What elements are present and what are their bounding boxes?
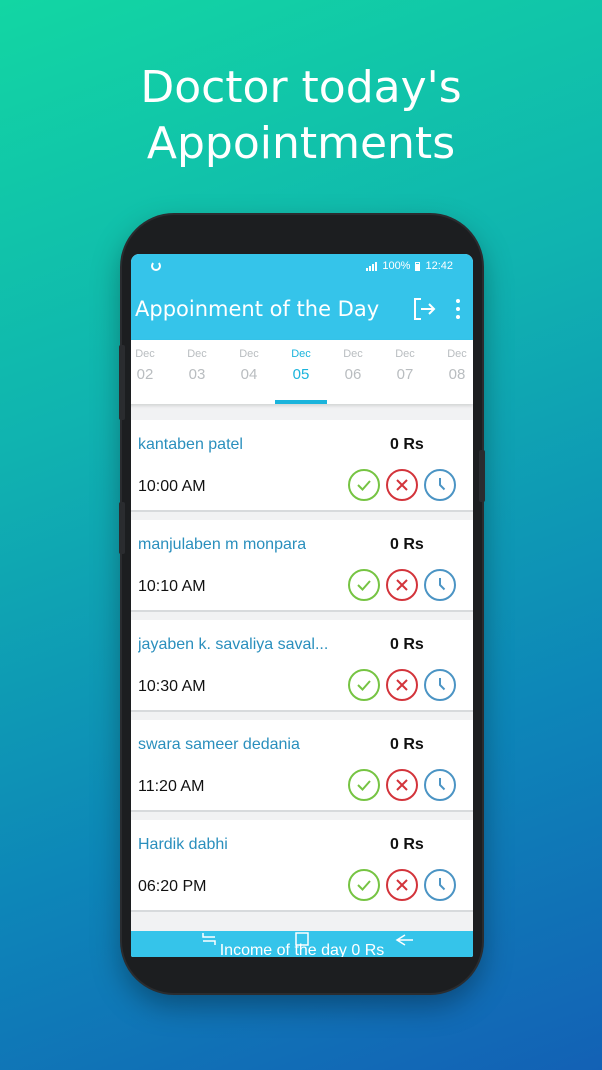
reschedule-clock-icon[interactable] — [424, 869, 456, 901]
appointment-card[interactable]: manjulaben m monpara 0 Rs 10:10 AM — [131, 520, 473, 612]
headline-line-2: Appointments — [146, 118, 456, 169]
back-key-icon — [395, 934, 413, 946]
appointment-time: 11:20 AM — [138, 778, 205, 795]
reject-cross-icon[interactable] — [386, 469, 418, 501]
battery-percent: 100% — [382, 260, 411, 272]
reschedule-clock-icon[interactable] — [424, 669, 456, 701]
reject-cross-icon[interactable] — [386, 569, 418, 601]
patient-name: swara sameer dedania — [138, 736, 300, 753]
appointment-actions — [348, 769, 456, 801]
date-month: Dec — [239, 348, 259, 360]
date-tab-08[interactable]: Dec 08 — [431, 340, 473, 404]
date-tab-06[interactable]: Dec 06 — [327, 340, 379, 404]
appointment-card[interactable]: swara sameer dedania 0 Rs 11:20 AM — [131, 720, 473, 812]
date-month: Dec — [343, 348, 363, 360]
appointment-card[interactable]: jayaben k. savaliya saval... 0 Rs 10:30 AM — [131, 620, 473, 712]
patient-name: jayaben k. savaliya saval... — [138, 636, 329, 653]
system-nav-keys — [202, 932, 413, 946]
home-key-icon — [295, 932, 309, 946]
appointment-time: 10:10 AM — [138, 578, 206, 595]
reject-cross-icon[interactable] — [386, 669, 418, 701]
appointment-actions — [348, 869, 456, 901]
appointment-time: 06:20 PM — [138, 878, 207, 895]
more-vert-icon[interactable] — [455, 299, 461, 319]
status-bar: 100% 12:42 — [131, 254, 473, 278]
phone-side-button — [119, 345, 125, 420]
phone-side-button — [119, 502, 125, 554]
battery-icon — [415, 261, 421, 271]
date-day: 05 — [292, 366, 310, 383]
appointment-fee: 0 Rs — [390, 636, 424, 653]
date-day: 02 — [136, 366, 154, 383]
reschedule-clock-icon[interactable] — [424, 469, 456, 501]
date-tab-05[interactable]: Dec 05 — [275, 340, 327, 404]
date-month: Dec — [447, 348, 467, 360]
recents-key-icon — [202, 933, 216, 945]
appointment-actions — [348, 469, 456, 501]
reschedule-clock-icon[interactable] — [424, 769, 456, 801]
signal-icon — [366, 261, 378, 271]
logout-icon[interactable] — [411, 296, 437, 322]
sync-icon — [151, 261, 161, 271]
promo-headline: Doctor today's Appointments — [0, 60, 602, 172]
date-tab-02[interactable]: Dec 02 — [131, 340, 171, 404]
reschedule-clock-icon[interactable] — [424, 569, 456, 601]
approve-check-icon[interactable] — [348, 769, 380, 801]
patient-name: manjulaben m monpara — [138, 536, 307, 553]
date-day: 04 — [240, 366, 258, 383]
appointment-actions — [348, 569, 456, 601]
appointment-list: kantaben patel 0 Rs 10:00 AM manjulaben m m… — [131, 404, 473, 912]
appointment-time: 10:00 AM — [138, 478, 206, 495]
appointment-actions — [348, 669, 456, 701]
reject-cross-icon[interactable] — [386, 869, 418, 901]
date-month: Dec — [395, 348, 415, 360]
date-day: 06 — [344, 366, 362, 383]
date-tab-07[interactable]: Dec 07 — [379, 340, 431, 404]
headline-line-1: Doctor today's — [140, 62, 462, 113]
app-screen: 100% 12:42 Appoinment of the Day Dec 02 De… — [131, 254, 473, 957]
app-bar: Appoinment of the Day — [131, 278, 473, 340]
date-month: Dec — [135, 348, 155, 360]
date-tab-04[interactable]: Dec 04 — [223, 340, 275, 404]
appointment-time: 10:30 AM — [138, 678, 206, 695]
page-title: Appoinment of the Day — [135, 297, 380, 321]
appointment-fee: 0 Rs — [390, 436, 424, 453]
date-month: Dec — [291, 348, 311, 360]
appointment-fee: 0 Rs — [390, 836, 424, 853]
clock: 12:42 — [425, 260, 453, 272]
appointment-fee: 0 Rs — [390, 536, 424, 553]
reject-cross-icon[interactable] — [386, 769, 418, 801]
approve-check-icon[interactable] — [348, 869, 380, 901]
date-month: Dec — [187, 348, 207, 360]
date-day: 08 — [448, 366, 466, 383]
approve-check-icon[interactable] — [348, 669, 380, 701]
date-tab-03[interactable]: Dec 03 — [171, 340, 223, 404]
phone-power-button — [479, 450, 485, 502]
appointment-card[interactable]: kantaben patel 0 Rs 10:00 AM — [131, 420, 473, 512]
date-day: 03 — [188, 366, 206, 383]
patient-name: kantaben patel — [138, 436, 243, 453]
date-day: 07 — [396, 366, 414, 383]
date-selector: Dec 02 Dec 03 Dec 04 Dec 05 Dec 06 Dec 07 Dec 08 — [131, 340, 473, 404]
appointment-fee: 0 Rs — [390, 736, 424, 753]
appointment-card[interactable]: Hardik dabhi 0 Rs 06:20 PM — [131, 820, 473, 912]
income-footer: Income of the day 0 Rs — [131, 931, 473, 957]
approve-check-icon[interactable] — [348, 569, 380, 601]
approve-check-icon[interactable] — [348, 469, 380, 501]
patient-name: Hardik dabhi — [138, 836, 228, 853]
